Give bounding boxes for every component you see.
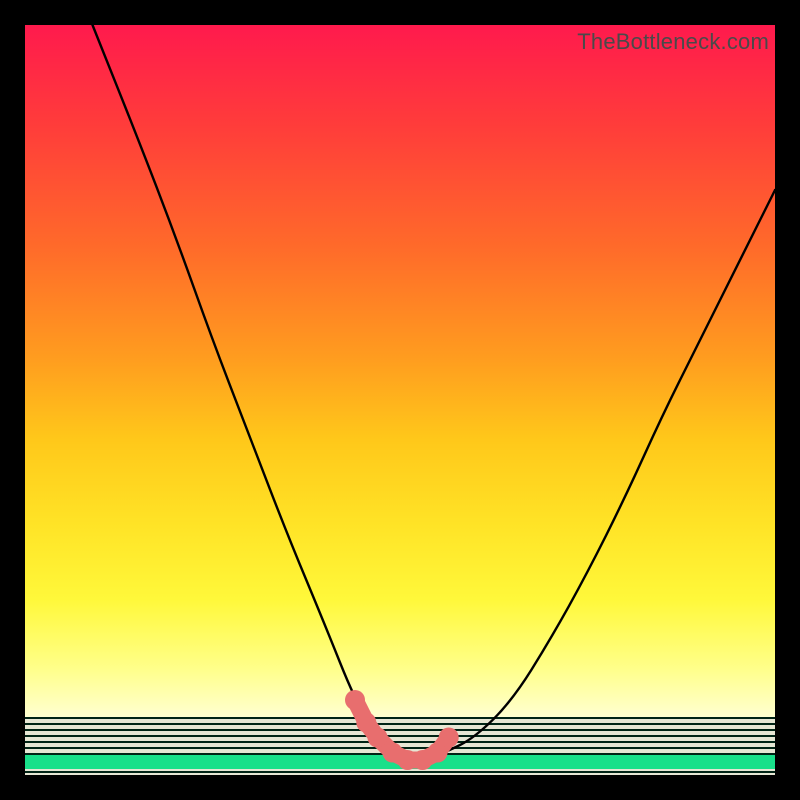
chart-frame: TheBottleneck.com bbox=[0, 0, 800, 800]
sweet-spot-markers bbox=[345, 690, 459, 770]
chart-svg bbox=[25, 25, 775, 775]
watermark-text: TheBottleneck.com bbox=[577, 29, 769, 55]
sweet-spot-dot bbox=[439, 728, 459, 748]
plot-area: TheBottleneck.com bbox=[25, 25, 775, 775]
bottleneck-curve bbox=[93, 25, 776, 760]
sweet-spot-dot bbox=[345, 690, 365, 710]
sweet-spot-dot bbox=[368, 728, 388, 748]
